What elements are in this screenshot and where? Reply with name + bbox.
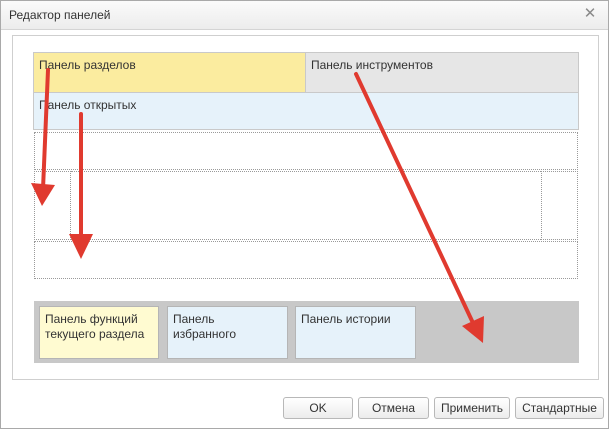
- panel-layout-area: Панель разделов Панель инструментов Пане…: [12, 35, 599, 380]
- window-title: Редактор панелей: [9, 8, 111, 22]
- tools-panel-label: Панель инструментов: [311, 58, 433, 72]
- functions-panel-label: Панель функций текущего раздела: [45, 312, 145, 341]
- drop-zone-right[interactable]: [541, 171, 578, 240]
- drop-zone-left[interactable]: [34, 171, 71, 240]
- tools-panel[interactable]: Панель инструментов: [305, 52, 579, 93]
- drop-zone-top[interactable]: [34, 132, 578, 170]
- drop-zone-center: [71, 171, 541, 240]
- history-panel-label: Панель истории: [301, 312, 391, 326]
- functions-panel[interactable]: Панель функций текущего раздела: [39, 306, 159, 359]
- open-panel-label: Панель открытых: [39, 98, 137, 112]
- open-panel[interactable]: Панель открытых: [33, 92, 579, 130]
- sections-panel-label: Панель разделов: [39, 58, 136, 72]
- default-button[interactable]: Стандартные: [515, 397, 604, 419]
- title-bar: Редактор панелей ✕: [1, 1, 608, 30]
- history-panel[interactable]: Панель истории: [295, 306, 416, 359]
- favorites-panel-label: Панель избранного: [173, 312, 237, 341]
- sections-panel[interactable]: Панель разделов: [33, 52, 306, 93]
- drop-zone-bottom[interactable]: [34, 241, 578, 279]
- close-icon[interactable]: ✕: [582, 6, 598, 22]
- ok-button[interactable]: OK: [283, 397, 353, 419]
- panel-editor-window: Редактор панелей ✕ Панель разделов Панел…: [0, 0, 609, 429]
- apply-button[interactable]: Применить: [434, 397, 510, 419]
- cancel-button[interactable]: Отмена: [358, 397, 429, 419]
- favorites-panel[interactable]: Панель избранного: [167, 306, 288, 359]
